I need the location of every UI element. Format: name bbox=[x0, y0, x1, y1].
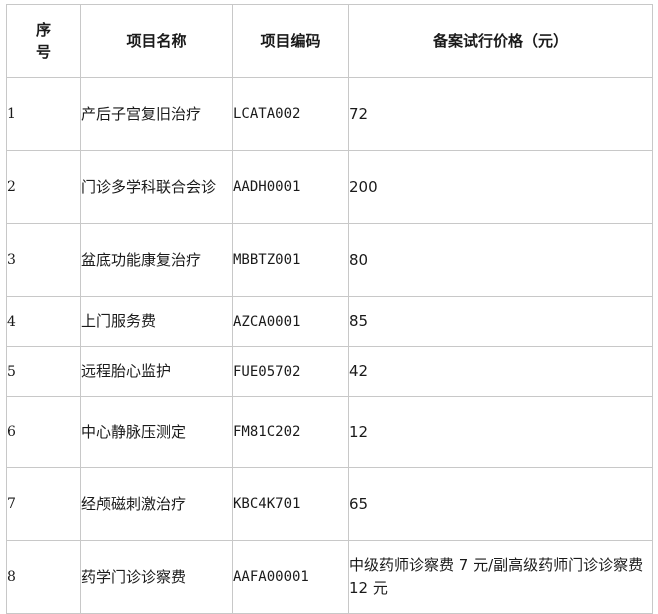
cell-code: KBC4K701 bbox=[232, 467, 349, 541]
cell-price: 65 bbox=[348, 467, 653, 541]
header-name: 项目名称 bbox=[80, 4, 233, 78]
cell-name: 中心静脉压测定 bbox=[80, 396, 233, 468]
header-seq: 序 号 bbox=[6, 4, 81, 78]
header-price: 备案试行价格（元） bbox=[348, 4, 653, 78]
cell-code: AZCA0001 bbox=[232, 296, 349, 347]
cell-price: 中级药师诊察费 7 元/副高级药师门诊诊察费 12 元 bbox=[348, 540, 653, 614]
cell-code: AADH0001 bbox=[232, 150, 349, 224]
cell-seq: 8 bbox=[6, 540, 81, 614]
table-row: 4 上门服务费 AZCA0001 85 bbox=[6, 296, 653, 347]
header-seq-line2: 号 bbox=[35, 43, 51, 61]
cell-name: 经颅磁刺激治疗 bbox=[80, 467, 233, 541]
cell-price: 42 bbox=[348, 346, 653, 397]
cell-name: 上门服务费 bbox=[80, 296, 233, 347]
cell-code: LCATA002 bbox=[232, 77, 349, 151]
cell-code: AAFA00001 bbox=[232, 540, 349, 614]
cell-seq: 1 bbox=[6, 77, 81, 151]
header-seq-line1: 序 bbox=[35, 21, 51, 39]
cell-seq: 7 bbox=[6, 467, 81, 541]
table-row: 7 经颅磁刺激治疗 KBC4K701 65 bbox=[6, 467, 653, 541]
cell-price: 72 bbox=[348, 77, 653, 151]
cell-seq: 6 bbox=[6, 396, 81, 468]
cell-name: 产后子宫复旧治疗 bbox=[80, 77, 233, 151]
cell-seq: 5 bbox=[6, 346, 81, 397]
cell-name: 盆底功能康复治疗 bbox=[80, 223, 233, 297]
table-row: 2 门诊多学科联合会诊 AADH0001 200 bbox=[6, 150, 653, 224]
cell-price: 85 bbox=[348, 296, 653, 347]
table-row: 3 盆底功能康复治疗 MBBTZ001 80 bbox=[6, 223, 653, 297]
cell-seq: 4 bbox=[6, 296, 81, 347]
table-row: 1 产后子宫复旧治疗 LCATA002 72 bbox=[6, 77, 653, 151]
pricing-table: 序 号 项目名称 项目编码 备案试行价格（元） 1 产后子宫复旧治疗 LCATA… bbox=[6, 4, 653, 614]
table-row: 5 远程胎心监护 FUE05702 42 bbox=[6, 346, 653, 397]
cell-price: 80 bbox=[348, 223, 653, 297]
cell-name: 药学门诊诊察费 bbox=[80, 540, 233, 614]
cell-code: FUE05702 bbox=[232, 346, 349, 397]
table-row: 8 药学门诊诊察费 AAFA00001 中级药师诊察费 7 元/副高级药师门诊诊… bbox=[6, 540, 653, 614]
cell-name: 远程胎心监护 bbox=[80, 346, 233, 397]
cell-code: MBBTZ001 bbox=[232, 223, 349, 297]
cell-seq: 3 bbox=[6, 223, 81, 297]
table-header-row: 序 号 项目名称 项目编码 备案试行价格（元） bbox=[6, 4, 653, 78]
table-row: 6 中心静脉压测定 FM81C202 12 bbox=[6, 396, 653, 468]
header-code: 项目编码 bbox=[232, 4, 349, 78]
cell-price: 200 bbox=[348, 150, 653, 224]
cell-code: FM81C202 bbox=[232, 396, 349, 468]
cell-price: 12 bbox=[348, 396, 653, 468]
cell-seq: 2 bbox=[6, 150, 81, 224]
cell-name: 门诊多学科联合会诊 bbox=[80, 150, 233, 224]
